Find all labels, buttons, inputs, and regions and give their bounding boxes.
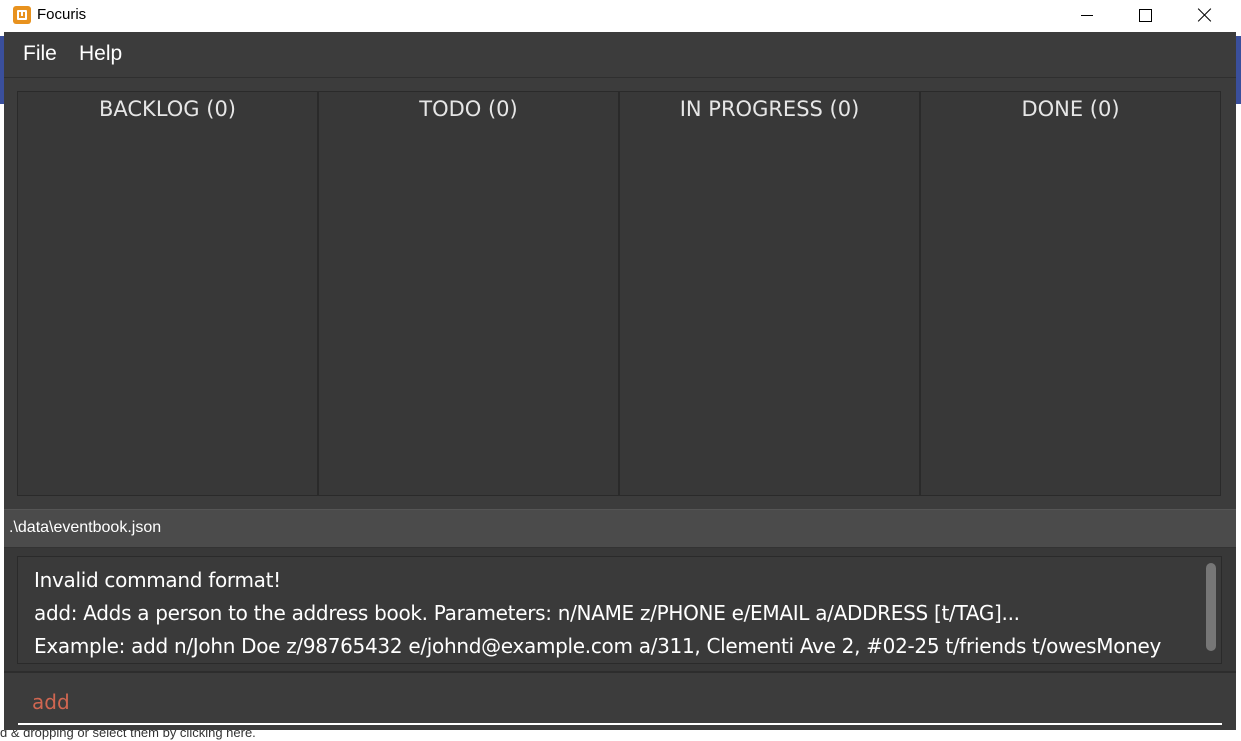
- window-title: Focuris: [37, 6, 87, 23]
- result-display: Invalid command format! add: Adds a pers…: [4, 548, 1236, 673]
- result-text-box[interactable]: Invalid command format! add: Adds a pers…: [17, 556, 1222, 664]
- result-line: Invalid command format!: [34, 568, 281, 592]
- menu-bar: File Help: [4, 32, 1236, 78]
- desktop-background-right: [1236, 0, 1241, 741]
- column-title-backlog: BACKLOG (0): [98, 97, 236, 121]
- column-title-done: DONE (0): [1021, 97, 1120, 121]
- maximize-button[interactable]: [1116, 0, 1174, 30]
- command-box: [4, 673, 1236, 730]
- close-button[interactable]: [1176, 0, 1234, 30]
- menu-file[interactable]: File: [23, 42, 57, 66]
- column-in-progress[interactable]: IN PROGRESS (0): [619, 91, 920, 496]
- kanban-board: BACKLOG (0) TODO (0) IN PROGRESS (0) DON…: [17, 91, 1221, 496]
- status-bar: .\data\eventbook.json: [4, 509, 1236, 548]
- close-icon: [1198, 8, 1212, 22]
- column-title-in-progress: IN PROGRESS (0): [679, 97, 860, 121]
- title-bar[interactable]: Focuris: [4, 0, 1236, 32]
- menu-help[interactable]: Help: [79, 42, 122, 66]
- command-input[interactable]: [18, 681, 1222, 725]
- column-backlog[interactable]: BACKLOG (0): [17, 91, 318, 496]
- desktop-background-bottom: d & dropping or select them by clicking …: [0, 730, 1241, 741]
- minimize-button[interactable]: [1058, 0, 1116, 30]
- column-todo[interactable]: TODO (0): [318, 91, 619, 496]
- background-text: d & dropping or select them by clicking …: [0, 730, 256, 740]
- result-line: Example: add n/John Doe z/98765432 e/joh…: [34, 634, 1162, 658]
- column-done[interactable]: DONE (0): [920, 91, 1221, 496]
- app-window: Focuris File Help BACKLOG (0) TODO (0) I…: [4, 0, 1236, 730]
- column-title-todo: TODO (0): [419, 97, 518, 121]
- result-line: add: Adds a person to the address book. …: [34, 601, 1020, 625]
- result-scrollbar[interactable]: [1206, 563, 1216, 651]
- app-logo-icon: [13, 6, 31, 24]
- data-file-path: .\data\eventbook.json: [9, 519, 162, 536]
- minimize-icon: [1081, 14, 1093, 16]
- maximize-icon: [1138, 8, 1152, 22]
- desktop-background-right-accent: [1236, 36, 1241, 104]
